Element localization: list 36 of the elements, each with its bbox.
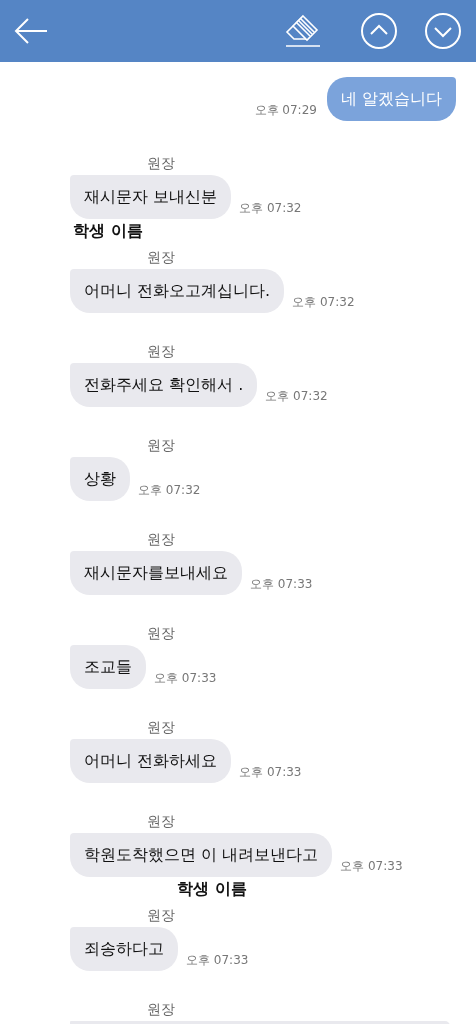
message-time: 오후 07:32 — [138, 482, 201, 499]
sender-name: 원장 — [147, 248, 175, 267]
message-bubble: 조교들 — [70, 645, 146, 689]
message-bubble: 상황 — [70, 457, 130, 501]
annotation-label: 학생 이름 — [73, 221, 143, 242]
message-bubble: 재시문자 보내신분 — [70, 175, 232, 219]
message-bubble: 재시문자를보내세요 — [70, 551, 242, 595]
annotation-label: 학생 이름 — [177, 879, 247, 900]
sender-name: 원장 — [147, 154, 175, 173]
message-bubble: 어머니 전화하세요 — [70, 739, 232, 783]
message-time: 오후 07:32 — [239, 200, 302, 217]
scroll-down-icon[interactable] — [424, 12, 462, 50]
message-time: 오후 07:32 — [265, 388, 328, 405]
message-bubble: 네 알겠습니다 — [326, 77, 456, 121]
message-time: 오후 07:29 — [254, 102, 317, 119]
message-time: 오후 07:33 — [239, 764, 302, 781]
sender-name: 원장 — [147, 718, 175, 737]
eraser-icon[interactable] — [284, 14, 322, 48]
back-arrow-icon[interactable] — [14, 18, 48, 44]
message-time: 오후 07:33 — [250, 576, 313, 593]
message-time: 오후 07:33 — [154, 670, 217, 687]
sender-name: 원장 — [147, 530, 175, 549]
message-bubble: 학원도착했으면 이 내려보낸다고 — [70, 833, 333, 877]
sender-name: 원장 — [147, 906, 175, 925]
sender-name: 원장 — [147, 1000, 175, 1019]
message-time: 오후 07:33 — [186, 952, 249, 969]
scroll-up-icon[interactable] — [360, 12, 398, 50]
message-bubble: 전화주세요 확인해서 . — [70, 363, 258, 407]
message-bubble: 어머니 전화오고계십니다. — [70, 269, 285, 313]
sender-name: 원장 — [147, 624, 175, 643]
message-time: 오후 07:33 — [340, 858, 403, 875]
message-bubble: 죄송하다고 — [70, 927, 178, 971]
sender-name: 원장 — [147, 812, 175, 831]
sender-name: 원장 — [147, 342, 175, 361]
sender-name: 원장 — [147, 436, 175, 455]
message-time: 오후 07:32 — [292, 294, 355, 311]
